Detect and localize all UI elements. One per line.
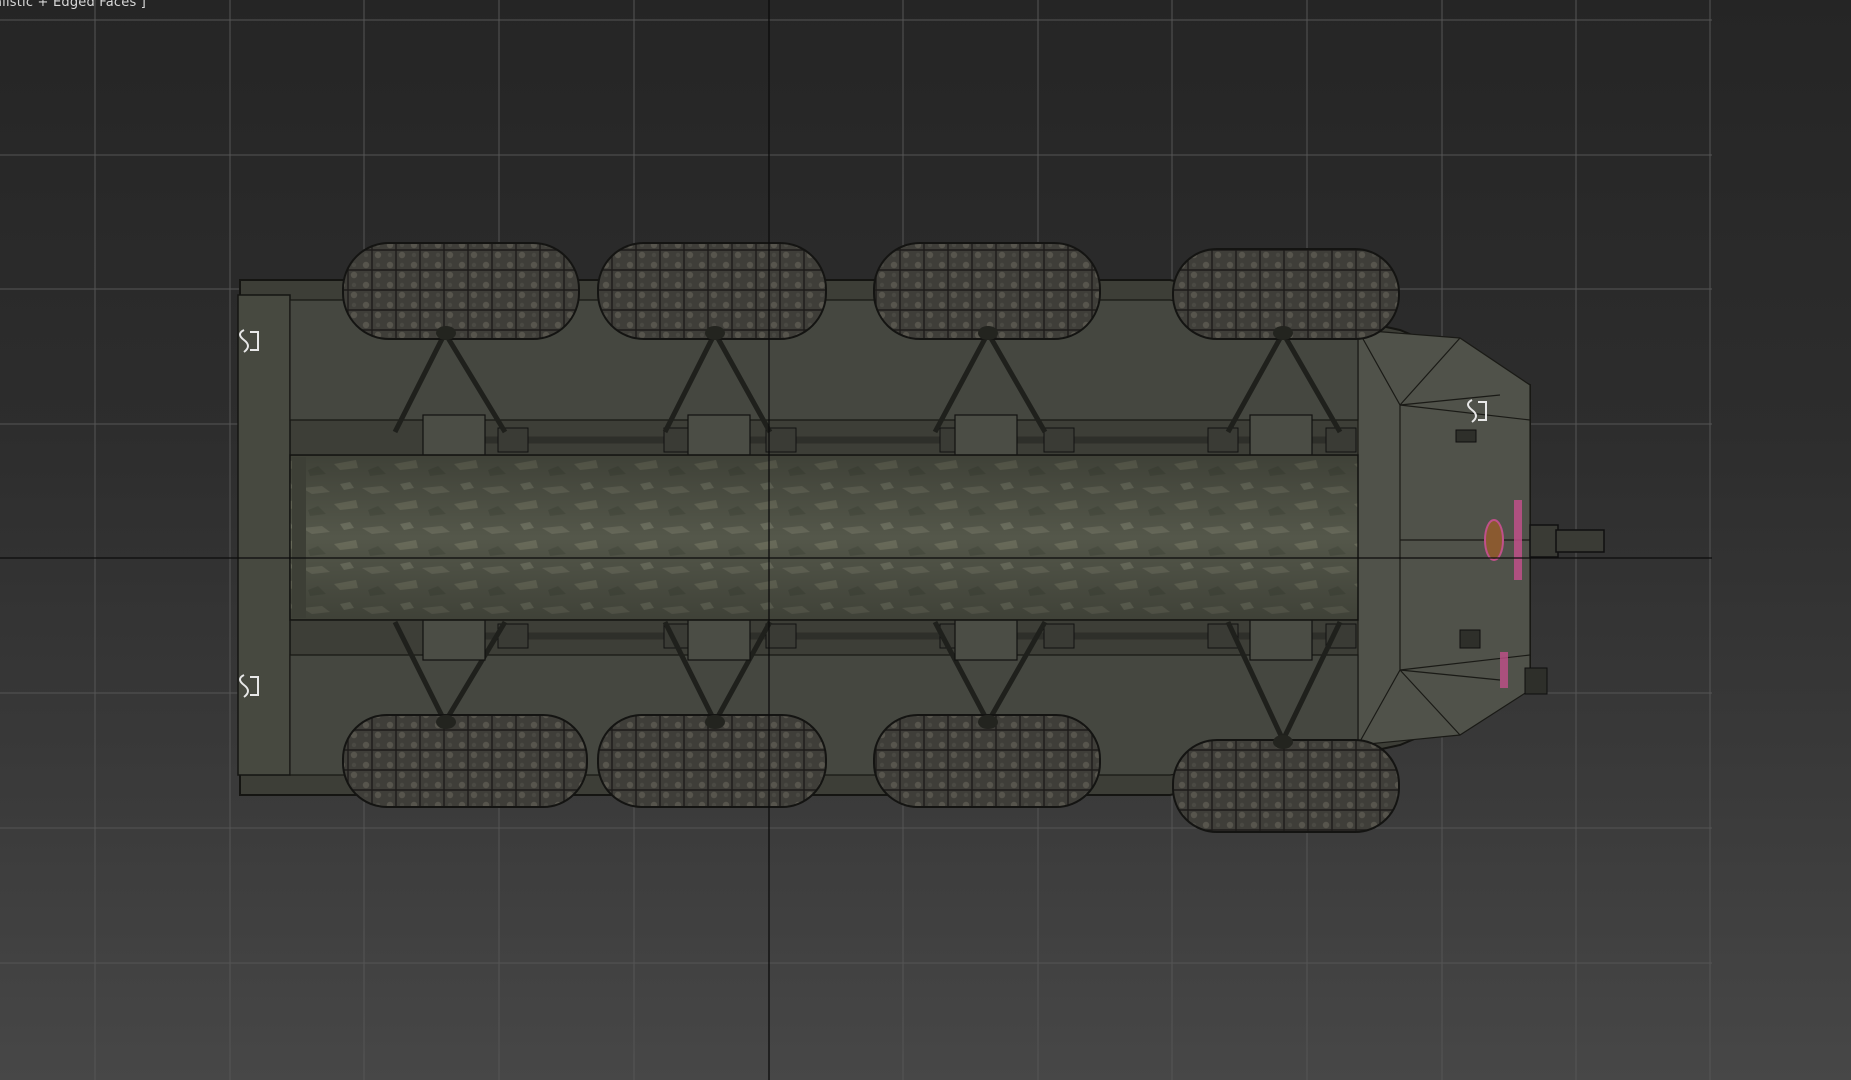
wheel-hub: [978, 326, 998, 340]
vehicle-model[interactable]: [237, 242, 1605, 833]
rear-plate: [237, 294, 291, 776]
front-tow-bar: [1529, 524, 1605, 558]
wheel-rear-left[interactable]: [342, 242, 580, 340]
wheel-hub: [1273, 735, 1293, 749]
wheel-mid-front-right[interactable]: [873, 714, 1101, 808]
wheel-hub: [705, 715, 725, 729]
decal-small: [1500, 652, 1508, 688]
wheel-hub: [1273, 326, 1293, 340]
wheel-mid-rear-right[interactable]: [597, 714, 827, 808]
wheel-hub: [436, 715, 456, 729]
wheel-hub: [978, 715, 998, 729]
viewport-scene[interactable]: [0, 0, 1851, 1080]
viewport-bottom[interactable]: alistic + Edged Faces ]: [0, 0, 1851, 1080]
decal-stripe: [1514, 500, 1522, 580]
wheel-front-left[interactable]: [1172, 248, 1400, 340]
belly-plate-shade: [290, 455, 1358, 620]
wheel-hub: [705, 326, 725, 340]
decal-roundel: [1484, 519, 1504, 561]
belly-plate-edge: [292, 457, 306, 618]
wheel-mid-rear-left[interactable]: [597, 242, 827, 340]
wheel-hub: [436, 326, 456, 340]
wheel-mid-front-left[interactable]: [873, 242, 1101, 340]
wheel-front-right[interactable]: [1172, 735, 1400, 833]
wheel-rear-right[interactable]: [342, 714, 588, 808]
